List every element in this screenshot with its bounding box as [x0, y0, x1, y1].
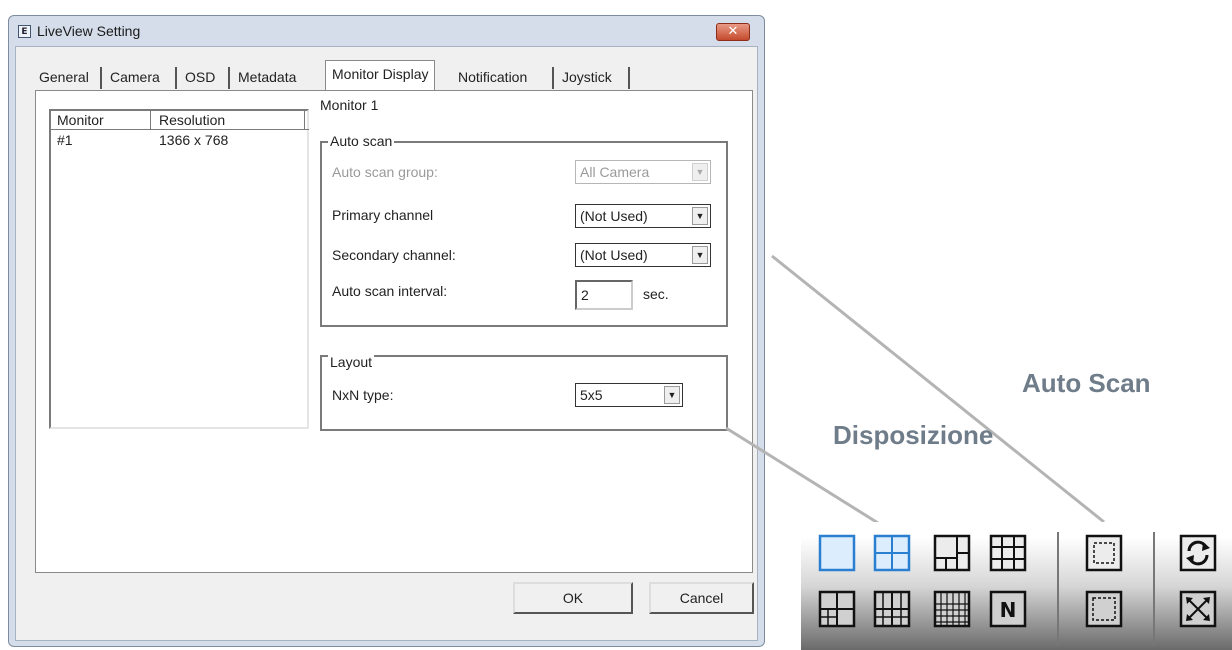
toolbar-separator	[1153, 532, 1155, 646]
layout-callout: Disposizione	[833, 420, 994, 450]
auto-scan-callout: Auto Scan	[1022, 368, 1151, 398]
live-view-toolbar: N	[801, 522, 1232, 650]
grid-6x6-icon[interactable]	[933, 590, 971, 628]
sequence-icon[interactable]	[1085, 534, 1123, 572]
grid-5x5-icon[interactable]	[873, 590, 911, 628]
svg-text:N: N	[1000, 598, 1017, 622]
auto-scan-icon[interactable]	[1179, 534, 1217, 572]
full-screen-icon[interactable]	[1179, 590, 1217, 628]
nxn-layout-icon[interactable]: N	[989, 590, 1027, 628]
grid-4x4-icon[interactable]	[818, 590, 856, 628]
toolbar-separator	[1057, 532, 1059, 646]
quad-view-icon[interactable]	[873, 534, 911, 572]
layout-1plus5-icon[interactable]	[933, 534, 971, 572]
single-view-icon[interactable]	[818, 534, 856, 572]
fit-screen-icon[interactable]	[1085, 590, 1123, 628]
grid-3x3-icon[interactable]	[989, 534, 1027, 572]
